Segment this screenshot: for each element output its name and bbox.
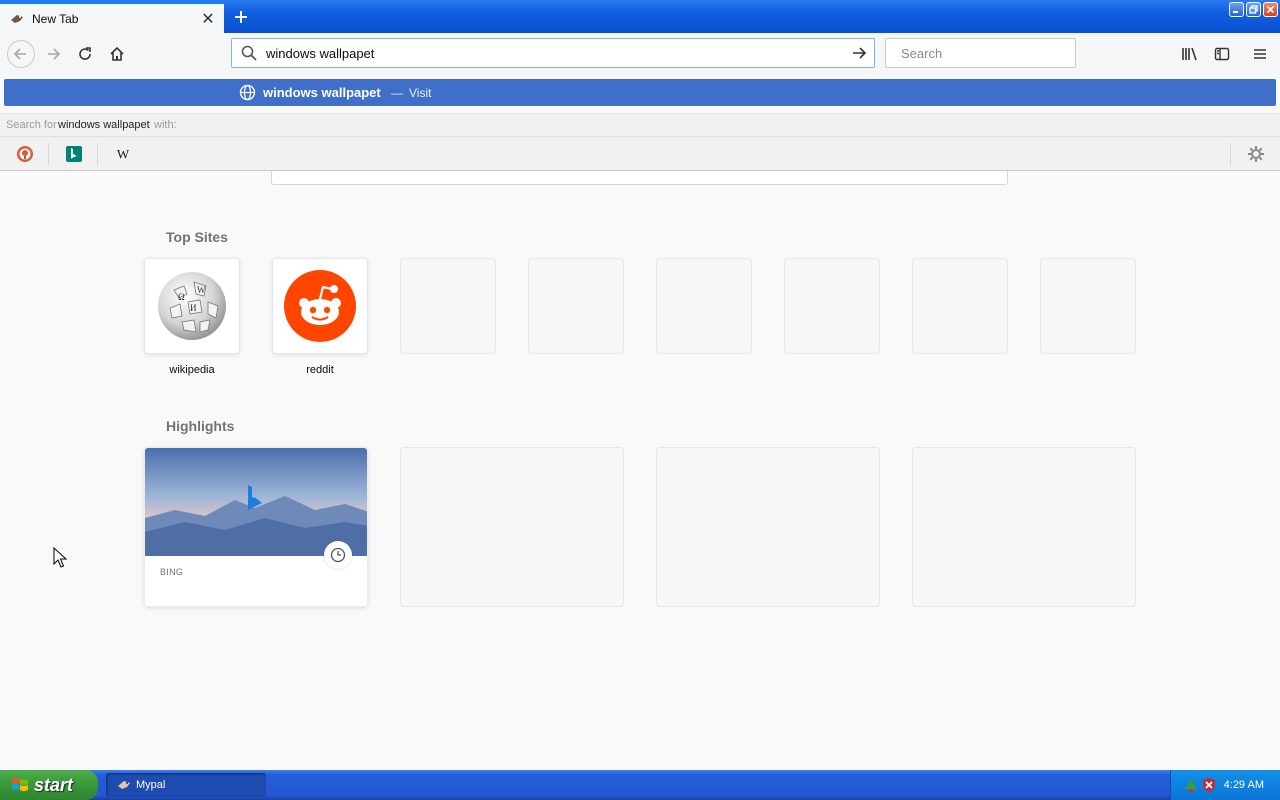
reload-button[interactable] bbox=[72, 41, 98, 67]
navigation-toolbar bbox=[0, 33, 1280, 75]
home-icon bbox=[110, 46, 124, 61]
mouse-cursor-icon bbox=[53, 547, 67, 568]
globe-icon bbox=[239, 84, 256, 101]
bing-icon bbox=[66, 146, 82, 162]
tab-title: New Tab bbox=[32, 11, 79, 26]
new-tab-button[interactable] bbox=[228, 4, 254, 30]
tray-clock: 4:29 AM bbox=[1223, 779, 1264, 791]
security-shield-icon[interactable] bbox=[1201, 777, 1217, 793]
wikipedia-icon: W bbox=[117, 147, 130, 162]
autocomplete-separator: — bbox=[391, 86, 403, 100]
close-icon bbox=[1266, 5, 1275, 14]
top-site-empty-slot[interactable] bbox=[912, 258, 1008, 354]
highlight-thumbnail bbox=[145, 448, 367, 556]
mypal-tab-icon bbox=[9, 11, 25, 27]
autocomplete-query: windows wallpapet bbox=[263, 85, 381, 100]
system-tray: 4:29 AM bbox=[1170, 770, 1280, 800]
window-controls bbox=[1229, 2, 1278, 17]
search-for-query: windows wallpapet bbox=[58, 119, 150, 131]
restore-button[interactable] bbox=[1246, 2, 1261, 17]
duckduckgo-button[interactable] bbox=[15, 144, 35, 164]
autocomplete-result-row[interactable]: windows wallpapet — Visit bbox=[4, 79, 1276, 106]
one-off-search-header: Search for windows wallpapet with: bbox=[0, 113, 1280, 137]
minimize-button[interactable] bbox=[1229, 2, 1244, 17]
library-icon bbox=[1182, 47, 1197, 61]
plus-icon bbox=[235, 11, 247, 23]
menu-button[interactable] bbox=[1247, 41, 1273, 67]
wikipedia-globe-icon: Ω W И bbox=[158, 272, 226, 340]
minimize-icon bbox=[1233, 11, 1238, 13]
highlight-empty-slot[interactable] bbox=[656, 447, 880, 607]
svg-text:W: W bbox=[197, 285, 206, 295]
top-site-wikipedia[interactable]: Ω W И bbox=[144, 258, 240, 354]
highlight-empty-slot[interactable] bbox=[912, 447, 1136, 607]
newtab-search-box[interactable] bbox=[271, 171, 1008, 185]
duckduckgo-icon bbox=[17, 146, 33, 162]
svg-text:Ω: Ω bbox=[178, 292, 185, 302]
start-label: start bbox=[34, 774, 74, 795]
top-site-reddit[interactable] bbox=[272, 258, 368, 354]
taskbar: start Mypal 4:29 AM bbox=[0, 770, 1280, 800]
reload-icon bbox=[79, 47, 91, 60]
wikipedia-button[interactable]: W bbox=[113, 144, 133, 164]
search-settings-button[interactable] bbox=[1246, 144, 1266, 164]
search-for-prefix: Search for bbox=[6, 119, 57, 131]
mypal-app-icon bbox=[116, 777, 132, 793]
svg-text:W: W bbox=[117, 147, 130, 162]
engine-separator bbox=[97, 143, 98, 165]
windows-logo-icon bbox=[12, 778, 28, 791]
top-site-label: reddit bbox=[306, 364, 334, 376]
start-button[interactable]: start bbox=[0, 770, 98, 800]
tab-close-icon[interactable]: ✕ bbox=[198, 9, 218, 29]
taskbar-item-label: Mypal bbox=[136, 779, 166, 791]
top-site-empty-slot[interactable] bbox=[784, 258, 880, 354]
clock-icon bbox=[324, 541, 352, 569]
search-input[interactable] bbox=[899, 44, 1079, 62]
home-button[interactable] bbox=[104, 41, 130, 67]
sidebar-icon bbox=[1214, 47, 1230, 61]
back-button[interactable] bbox=[7, 40, 35, 68]
search-for-suffix: with: bbox=[154, 119, 177, 131]
forward-button[interactable] bbox=[40, 41, 66, 67]
search-icon bbox=[241, 45, 257, 61]
go-arrow-icon bbox=[853, 47, 867, 59]
go-button[interactable] bbox=[846, 40, 872, 66]
title-bar: New Tab ✕ bbox=[0, 0, 1280, 33]
highlight-card-bing[interactable] bbox=[144, 447, 368, 607]
top-site-empty-slot[interactable] bbox=[400, 258, 496, 354]
highlight-source-label: BING bbox=[160, 567, 184, 577]
top-site-empty-slot[interactable] bbox=[528, 258, 624, 354]
close-window-button[interactable] bbox=[1263, 2, 1278, 17]
search-bar[interactable] bbox=[885, 38, 1079, 68]
restore-icon bbox=[1249, 5, 1258, 14]
bing-button[interactable] bbox=[64, 144, 84, 164]
gear-icon bbox=[1248, 146, 1264, 162]
top-site-label: wikipedia bbox=[169, 364, 215, 376]
top-site-empty-slot[interactable] bbox=[1040, 258, 1136, 354]
highlights-title: Highlights bbox=[166, 418, 235, 434]
network-tray-icon[interactable] bbox=[1183, 777, 1199, 793]
top-site-empty-slot[interactable] bbox=[656, 258, 752, 354]
highlight-empty-slot[interactable] bbox=[400, 447, 624, 607]
reddit-icon bbox=[284, 270, 356, 342]
autocomplete-action: Visit bbox=[409, 86, 432, 100]
svg-text:И: И bbox=[190, 303, 197, 313]
one-off-search-engines: W bbox=[0, 137, 1280, 171]
tab-new-tab[interactable]: New Tab ✕ bbox=[0, 2, 224, 33]
top-sites-title: Top Sites bbox=[166, 229, 228, 245]
url-input[interactable] bbox=[264, 44, 846, 62]
forward-arrow-icon bbox=[48, 48, 61, 60]
engine-separator bbox=[48, 143, 49, 165]
sidebar-button[interactable] bbox=[1209, 41, 1235, 67]
library-button[interactable] bbox=[1177, 41, 1203, 67]
hamburger-menu-icon bbox=[1254, 49, 1266, 59]
taskbar-item-mypal[interactable]: Mypal bbox=[106, 773, 266, 797]
engine-separator bbox=[1230, 143, 1231, 165]
url-bar[interactable] bbox=[231, 38, 875, 68]
back-arrow-icon bbox=[13, 48, 26, 60]
